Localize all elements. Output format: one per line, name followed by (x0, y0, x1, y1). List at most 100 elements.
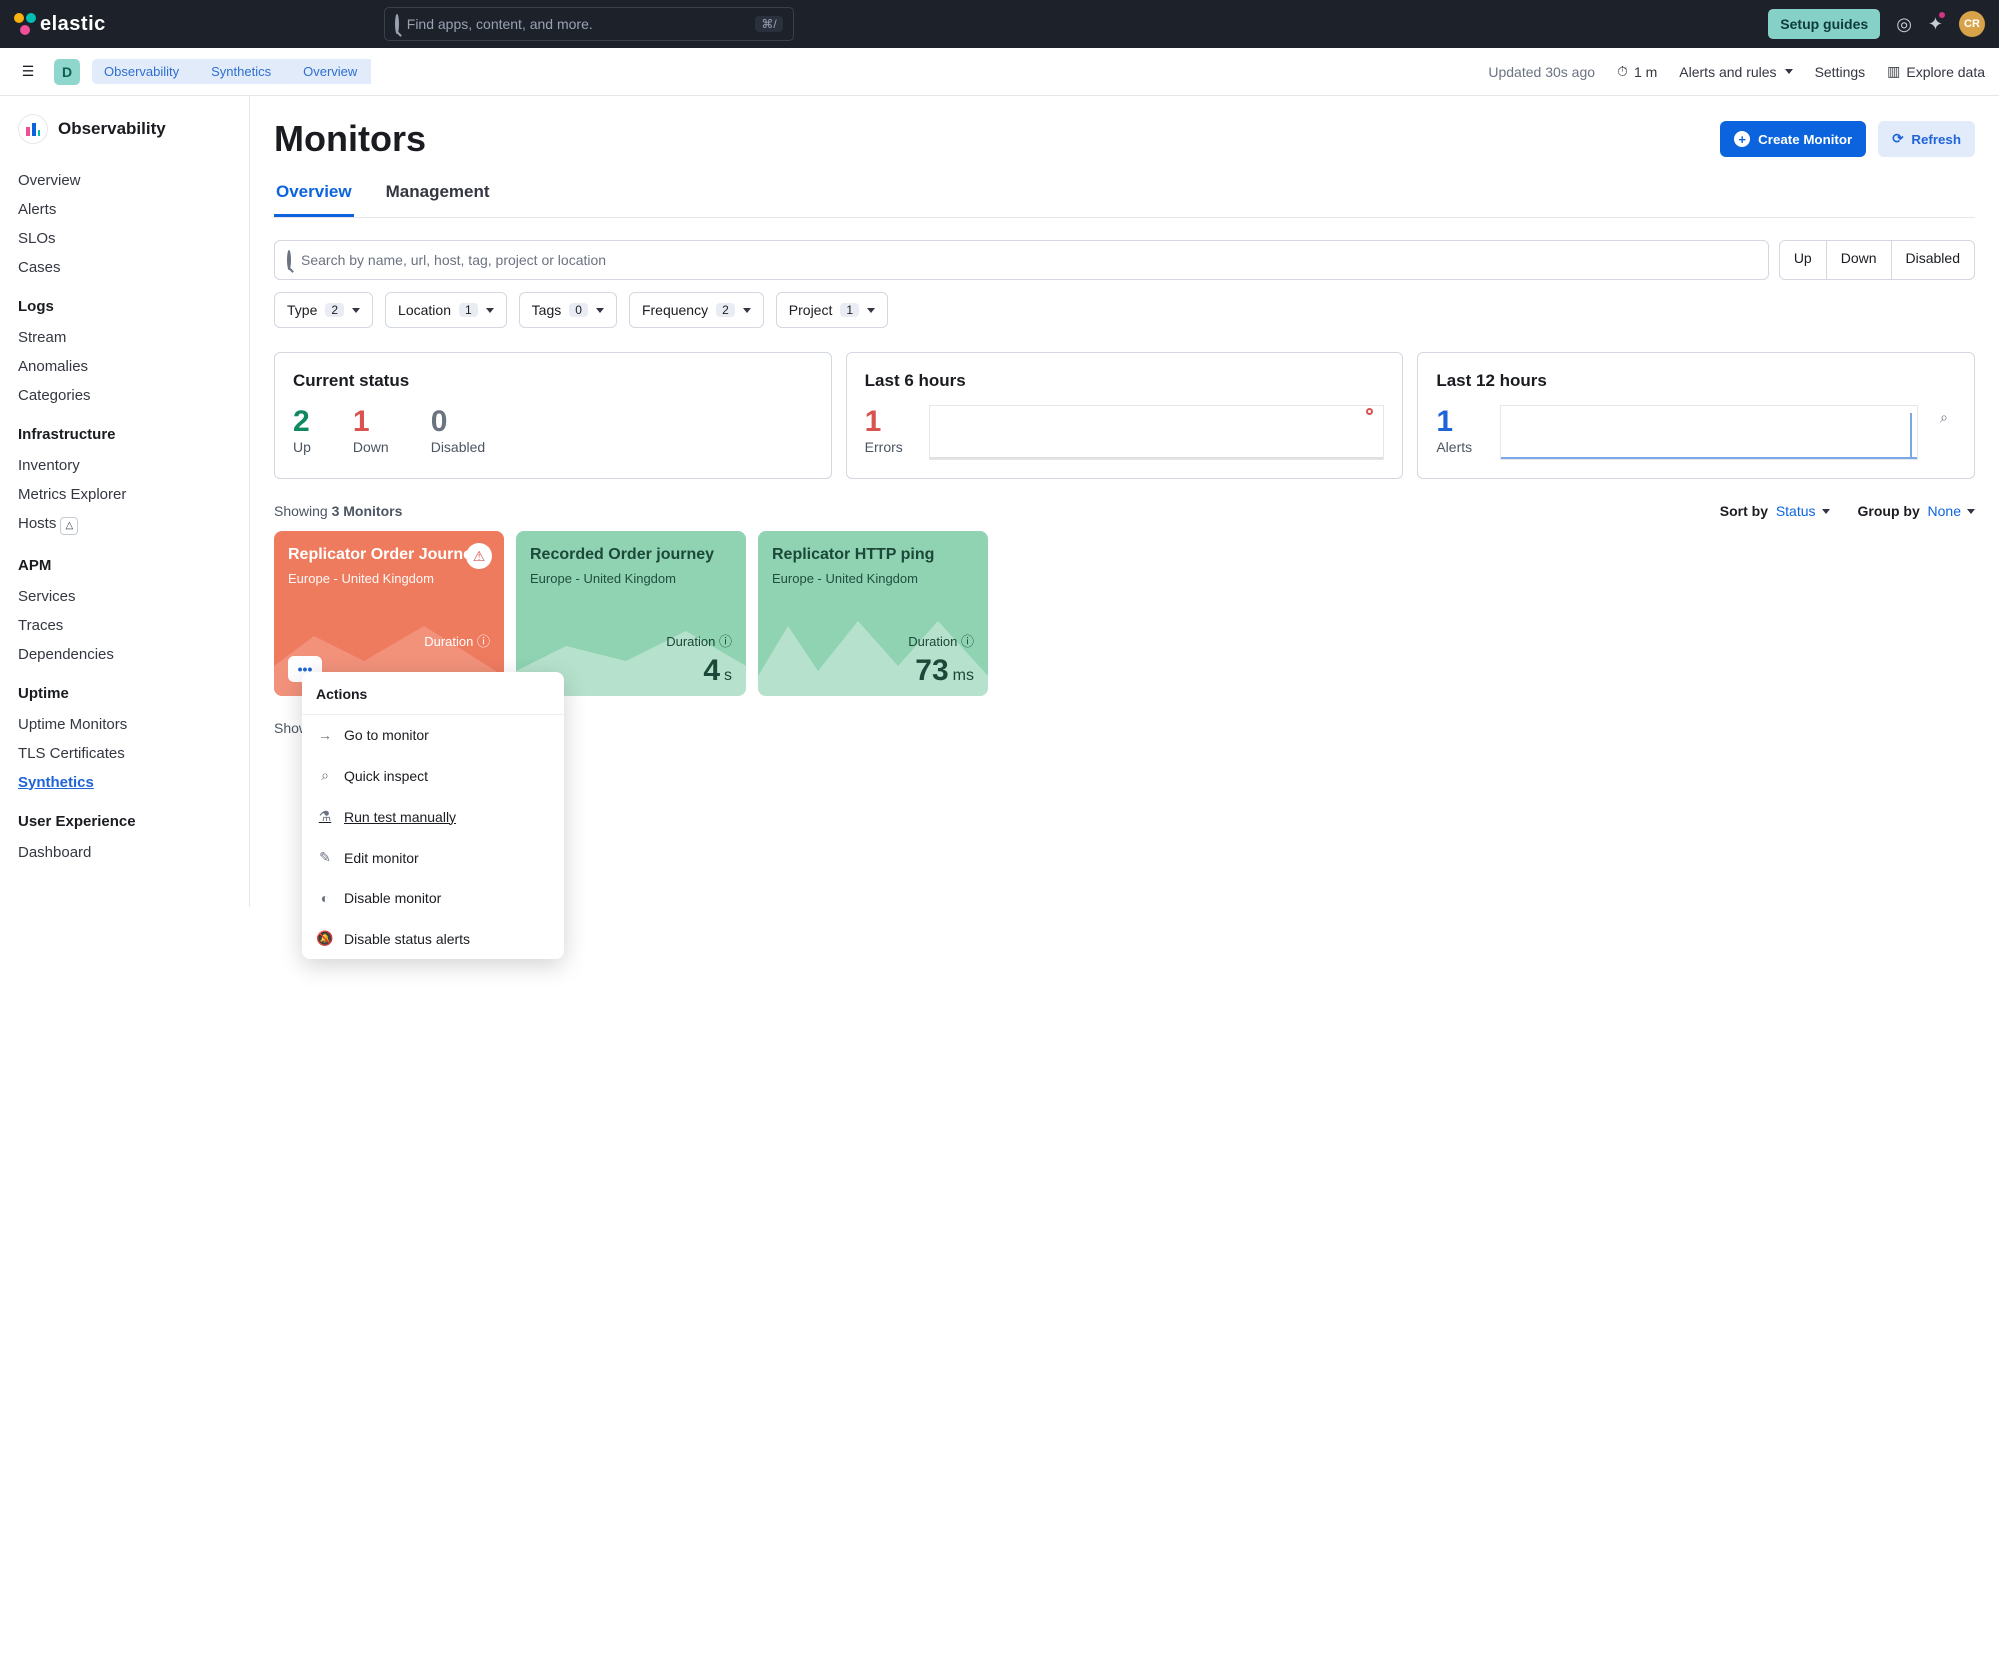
explore-data-link[interactable]: ▥ Explore data (1887, 63, 1985, 80)
duration-value: 73ms (915, 654, 974, 688)
group-by-control[interactable]: Group by None (1858, 503, 1975, 519)
sidebar-item-categories[interactable]: Categories (18, 381, 235, 410)
duration-value: 4s (703, 654, 732, 688)
app-subheader: ☰ D Observability Synthetics Overview Up… (0, 48, 1999, 96)
stat-errors-count: 1 (865, 405, 915, 439)
alerts-sparkline (1500, 405, 1918, 460)
sidebar-group-header: Infrastructure (18, 426, 235, 443)
sidebar-item-overview[interactable]: Overview (18, 166, 235, 195)
sidebar-item-metrics-explorer[interactable]: Metrics Explorer (18, 480, 235, 509)
errors-sparkline (929, 405, 1385, 460)
sidebar-item-slos[interactable]: SLOs (18, 224, 235, 253)
monitor-search-input[interactable]: Search by name, url, host, tag, project … (274, 240, 1769, 280)
monitor-name: Replicator Order Journey (288, 545, 490, 565)
action-edit-monitor[interactable]: ✎Edit monitor (302, 837, 564, 878)
chevron-down-icon (1822, 509, 1830, 514)
monitor-location: Europe - United Kingdom (772, 571, 974, 586)
help-icon[interactable]: ⓘ (961, 634, 974, 649)
help-icon[interactable]: ⓘ (477, 634, 490, 649)
nav-toggle-icon[interactable]: ☰ (14, 58, 42, 86)
stat-up-count: 2 (293, 405, 311, 439)
sidebar-item-cases[interactable]: Cases (18, 253, 235, 282)
space-selector[interactable]: D (54, 59, 80, 85)
popover-title: Actions (302, 672, 564, 715)
monitor-location: Europe - United Kingdom (530, 571, 732, 586)
setup-guides-button[interactable]: Setup guides (1768, 9, 1880, 39)
updated-label: Updated 30s ago (1488, 64, 1595, 80)
action-run-test-manually[interactable]: ⚗Run test manually (302, 796, 564, 837)
sidebar-item-hosts[interactable]: Hosts△ (18, 509, 235, 541)
elastic-logo-icon (14, 13, 36, 35)
sidebar-item-synthetics[interactable]: Synthetics (18, 768, 235, 797)
brand[interactable]: elastic (14, 13, 106, 36)
duration-label: Duration ⓘ (424, 631, 490, 650)
sidebar-title: Observability (58, 119, 166, 139)
breadcrumb-item[interactable]: Synthetics (193, 59, 285, 84)
stat-alerts-count: 1 (1436, 405, 1486, 439)
status-filter-group: Up Down Disabled (1779, 240, 1975, 280)
sidebar-item-dashboard[interactable]: Dashboard (18, 838, 235, 867)
monitor-name: Recorded Order journey (530, 545, 732, 565)
search-icon (395, 16, 399, 32)
filter-tags[interactable]: Tags0 (519, 292, 617, 328)
global-search[interactable]: Find apps, content, and more. ⌘/ (384, 7, 794, 41)
chevron-down-icon (352, 308, 360, 313)
action-go-to-monitor[interactable]: →Go to monitor (302, 715, 564, 755)
stat-down-count: 1 (353, 405, 389, 439)
monitor-card[interactable]: Replicator HTTP pingEurope - United King… (758, 531, 988, 696)
filter-project[interactable]: Project1 (776, 292, 888, 328)
sidebar-group-header: User Experience (18, 813, 235, 830)
action-icon: → (316, 727, 334, 743)
sidebar-item-alerts[interactable]: Alerts (18, 195, 235, 224)
sidebar-item-dependencies[interactable]: Dependencies (18, 640, 235, 669)
filter-frequency[interactable]: Frequency2 (629, 292, 764, 328)
refresh-interval[interactable]: ⏱ 1 m (1617, 63, 1657, 80)
action-disable-status-alerts[interactable]: 🔕Disable status alerts (302, 918, 564, 959)
filter-type[interactable]: Type2 (274, 292, 373, 328)
action-icon: ✎ (316, 849, 334, 866)
refresh-icon: ⟳ (1892, 131, 1903, 147)
chevron-down-icon (1967, 509, 1975, 514)
inspect-icon[interactable]: ⌕ (1932, 405, 1956, 429)
page-title: Monitors (274, 118, 426, 160)
filter-location[interactable]: Location1 (385, 292, 507, 328)
duration-label: Duration ⓘ (666, 631, 732, 650)
chevron-down-icon (486, 308, 494, 313)
action-icon: ⌕ (316, 767, 334, 784)
sort-by-control[interactable]: Sort by Status (1720, 503, 1830, 519)
help-icon[interactable]: ◎ (1896, 14, 1912, 35)
alerts-menu[interactable]: Alerts and rules (1679, 64, 1792, 80)
sidebar-item-services[interactable]: Services (18, 582, 235, 611)
refresh-button[interactable]: ⟳ Refresh (1878, 121, 1975, 157)
news-icon[interactable]: ✦ (1928, 14, 1943, 35)
sidebar-item-uptime-monitors[interactable]: Uptime Monitors (18, 710, 235, 739)
sidebar-item-anomalies[interactable]: Anomalies (18, 352, 235, 381)
alert-icon: ⚠ (466, 543, 492, 569)
tab-overview[interactable]: Overview (274, 182, 354, 217)
action-quick-inspect[interactable]: ⌕Quick inspect (302, 755, 564, 796)
help-icon[interactable]: ⓘ (719, 634, 732, 649)
sidebar-item-tls-certificates[interactable]: TLS Certificates (18, 739, 235, 768)
sidebar-item-traces[interactable]: Traces (18, 611, 235, 640)
breadcrumb-item[interactable]: Overview (285, 59, 371, 84)
brand-name: elastic (40, 13, 106, 36)
action-disable-monitor[interactable]: ◐Disable monitor (302, 878, 564, 918)
status-filter-disabled[interactable]: Disabled (1891, 241, 1974, 279)
sidebar-item-inventory[interactable]: Inventory (18, 451, 235, 480)
chevron-down-icon (596, 308, 604, 313)
global-search-placeholder: Find apps, content, and more. (407, 16, 593, 32)
chart-icon: ▥ (1887, 63, 1900, 80)
sidebar-group-header: Uptime (18, 685, 235, 702)
last-6-hours-card: Last 6 hours 1Errors (846, 352, 1404, 479)
status-filter-down[interactable]: Down (1826, 241, 1891, 279)
search-shortcut: ⌘/ (755, 16, 782, 32)
create-monitor-button[interactable]: + Create Monitor (1720, 121, 1866, 157)
actions-popover: Actions →Go to monitor⌕Quick inspect⚗Run… (302, 672, 564, 959)
tab-management[interactable]: Management (384, 182, 492, 217)
user-avatar[interactable]: CR (1959, 11, 1985, 37)
last-12-hours-card: Last 12 hours 1Alerts ⌕ (1417, 352, 1975, 479)
sidebar-item-stream[interactable]: Stream (18, 323, 235, 352)
settings-link[interactable]: Settings (1815, 64, 1866, 80)
breadcrumb-item[interactable]: Observability (92, 59, 193, 84)
status-filter-up[interactable]: Up (1780, 241, 1826, 279)
